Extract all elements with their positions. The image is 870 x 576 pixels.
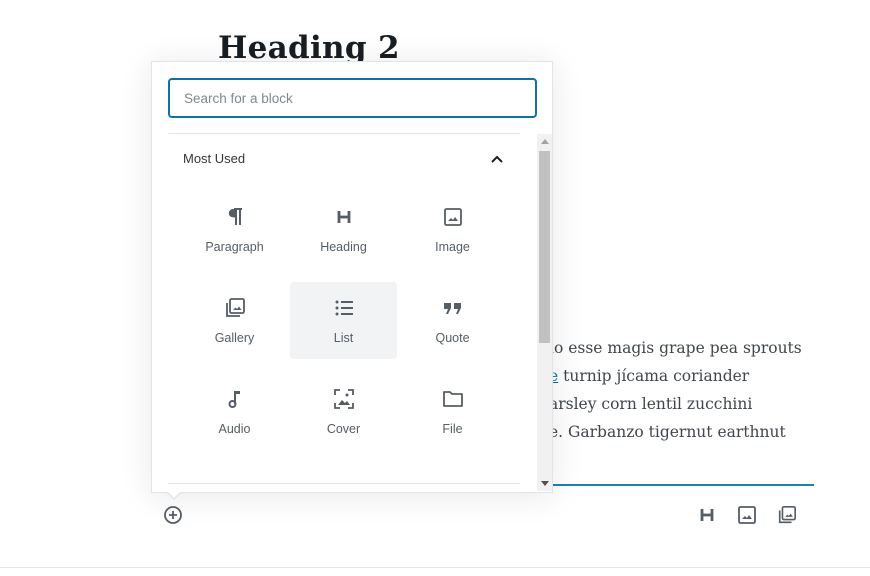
block-item-image[interactable]: Image [399,191,506,268]
heading-icon [332,205,356,229]
block-item-heading[interactable]: Heading [290,191,397,268]
heading-icon [700,509,714,521]
block-grid: Paragraph Heading Image Gallery List Quo… [180,191,507,464]
divider [168,483,520,484]
block-label: Heading [320,240,367,254]
block-label: Gallery [214,331,255,345]
caret-up-icon [540,139,549,144]
quick-insert-image-button[interactable] [737,504,757,526]
gallery-icon [223,296,247,320]
paragraph-line: e. Garbanzo tigernut earthnut [549,423,786,441]
block-label: Cover [326,422,361,436]
list-icon [332,296,356,320]
gallery-icon [778,505,796,524]
divider [168,133,520,134]
quick-inserter [697,504,797,526]
block-label: List [333,331,354,345]
block-label: File [442,422,463,436]
quick-insert-heading-button[interactable] [697,504,717,526]
file-icon [441,387,465,411]
quote-icon [441,296,465,320]
audio-icon [223,387,247,411]
scroll-up-button[interactable] [537,134,552,149]
scrollbar[interactable] [537,134,552,491]
block-search-input[interactable] [168,78,537,118]
block-item-list[interactable]: List [290,282,397,359]
image-icon [441,205,465,229]
block-item-cover[interactable]: Cover [290,373,397,450]
paragraph-line: e turnip jícama coriander [549,367,750,385]
add-block-button[interactable] [163,505,183,525]
cover-icon [332,387,356,411]
block-inserter-popover: Most Used Paragraph Heading Image Galler… [151,61,553,493]
image-icon [738,506,756,524]
block-item-paragraph[interactable]: Paragraph [181,191,288,268]
block-item-file[interactable]: File [399,373,506,450]
scroll-down-button[interactable] [537,476,552,491]
popover-arrow [166,491,182,500]
chevron-up-icon [491,155,503,163]
paragraph-line: arsley corn lentil zucchini [549,395,753,413]
panel-collapse-button[interactable] [489,151,505,167]
plus-circle-icon [164,506,182,524]
block-label: Quote [435,331,470,345]
editor-bottom-divider [0,567,870,568]
panel-title: Most Used [183,151,246,166]
quick-insert-gallery-button[interactable] [777,504,797,526]
block-item-gallery[interactable]: Gallery [181,282,288,359]
block-label: Audio [218,422,251,436]
block-label: Image [435,240,470,254]
scrollbar-thumb[interactable] [539,151,550,343]
paragraph-line: lo esse magis grape pea sprouts [549,339,802,357]
selected-block-underline [552,484,814,486]
caret-down-icon [540,481,549,486]
block-label: Paragraph [205,240,264,254]
block-item-quote[interactable]: Quote [399,282,506,359]
block-item-audio[interactable]: Audio [181,373,288,450]
paragraph-icon [223,205,247,229]
paragraph-block[interactable]: lo esse magis grape pea sprouts e turnip… [549,334,829,446]
